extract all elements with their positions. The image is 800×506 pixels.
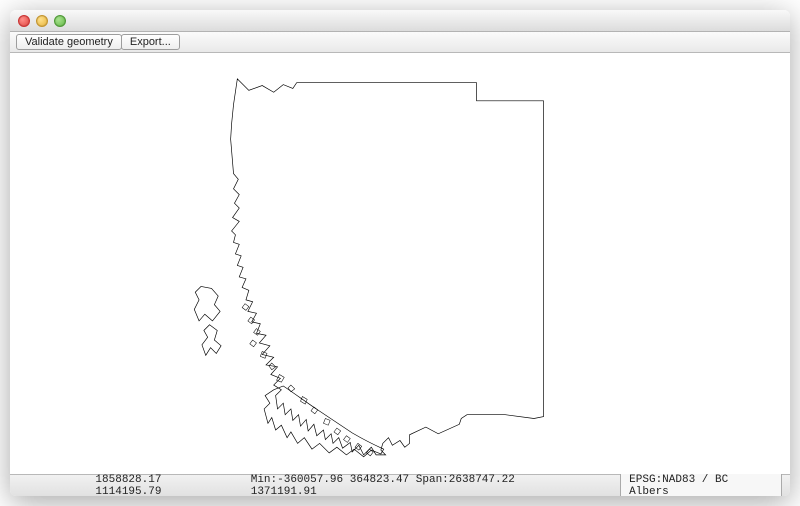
crs-indicator[interactable]: EPSG:NAD83 / BC Albers — [620, 472, 782, 497]
validate-geometry-button[interactable]: Validate geometry — [16, 34, 122, 50]
min-y: 364823.47 — [350, 474, 409, 486]
cursor-y: 1114195.79 — [95, 486, 161, 497]
min-label: Min: — [251, 474, 277, 486]
min-x: -360057.96 — [277, 474, 343, 486]
window-close-button[interactable] — [18, 15, 30, 27]
span-label: Span: — [416, 474, 449, 486]
toolbar: Validate geometry Export... — [10, 32, 790, 53]
map-outline — [194, 79, 543, 457]
cursor-coordinates: 1858828.17 1114195.79 — [95, 474, 232, 497]
extent-info: Min:-360057.96 364823.47 Span:2638747.22… — [251, 474, 584, 497]
window-minimize-button[interactable] — [36, 15, 48, 27]
span-y: 1371191.91 — [251, 486, 317, 497]
titlebar[interactable] — [10, 10, 790, 32]
app-window: Validate geometry Export... — [10, 10, 790, 496]
export-button[interactable]: Export... — [121, 34, 180, 50]
statusbar: 1858828.17 1114195.79 Min:-360057.96 364… — [10, 474, 790, 496]
cursor-x: 1858828.17 — [95, 474, 161, 486]
span-x: 2638747.22 — [449, 474, 515, 486]
map-canvas[interactable] — [10, 53, 790, 474]
map-svg — [10, 53, 790, 474]
window-zoom-button[interactable] — [54, 15, 66, 27]
